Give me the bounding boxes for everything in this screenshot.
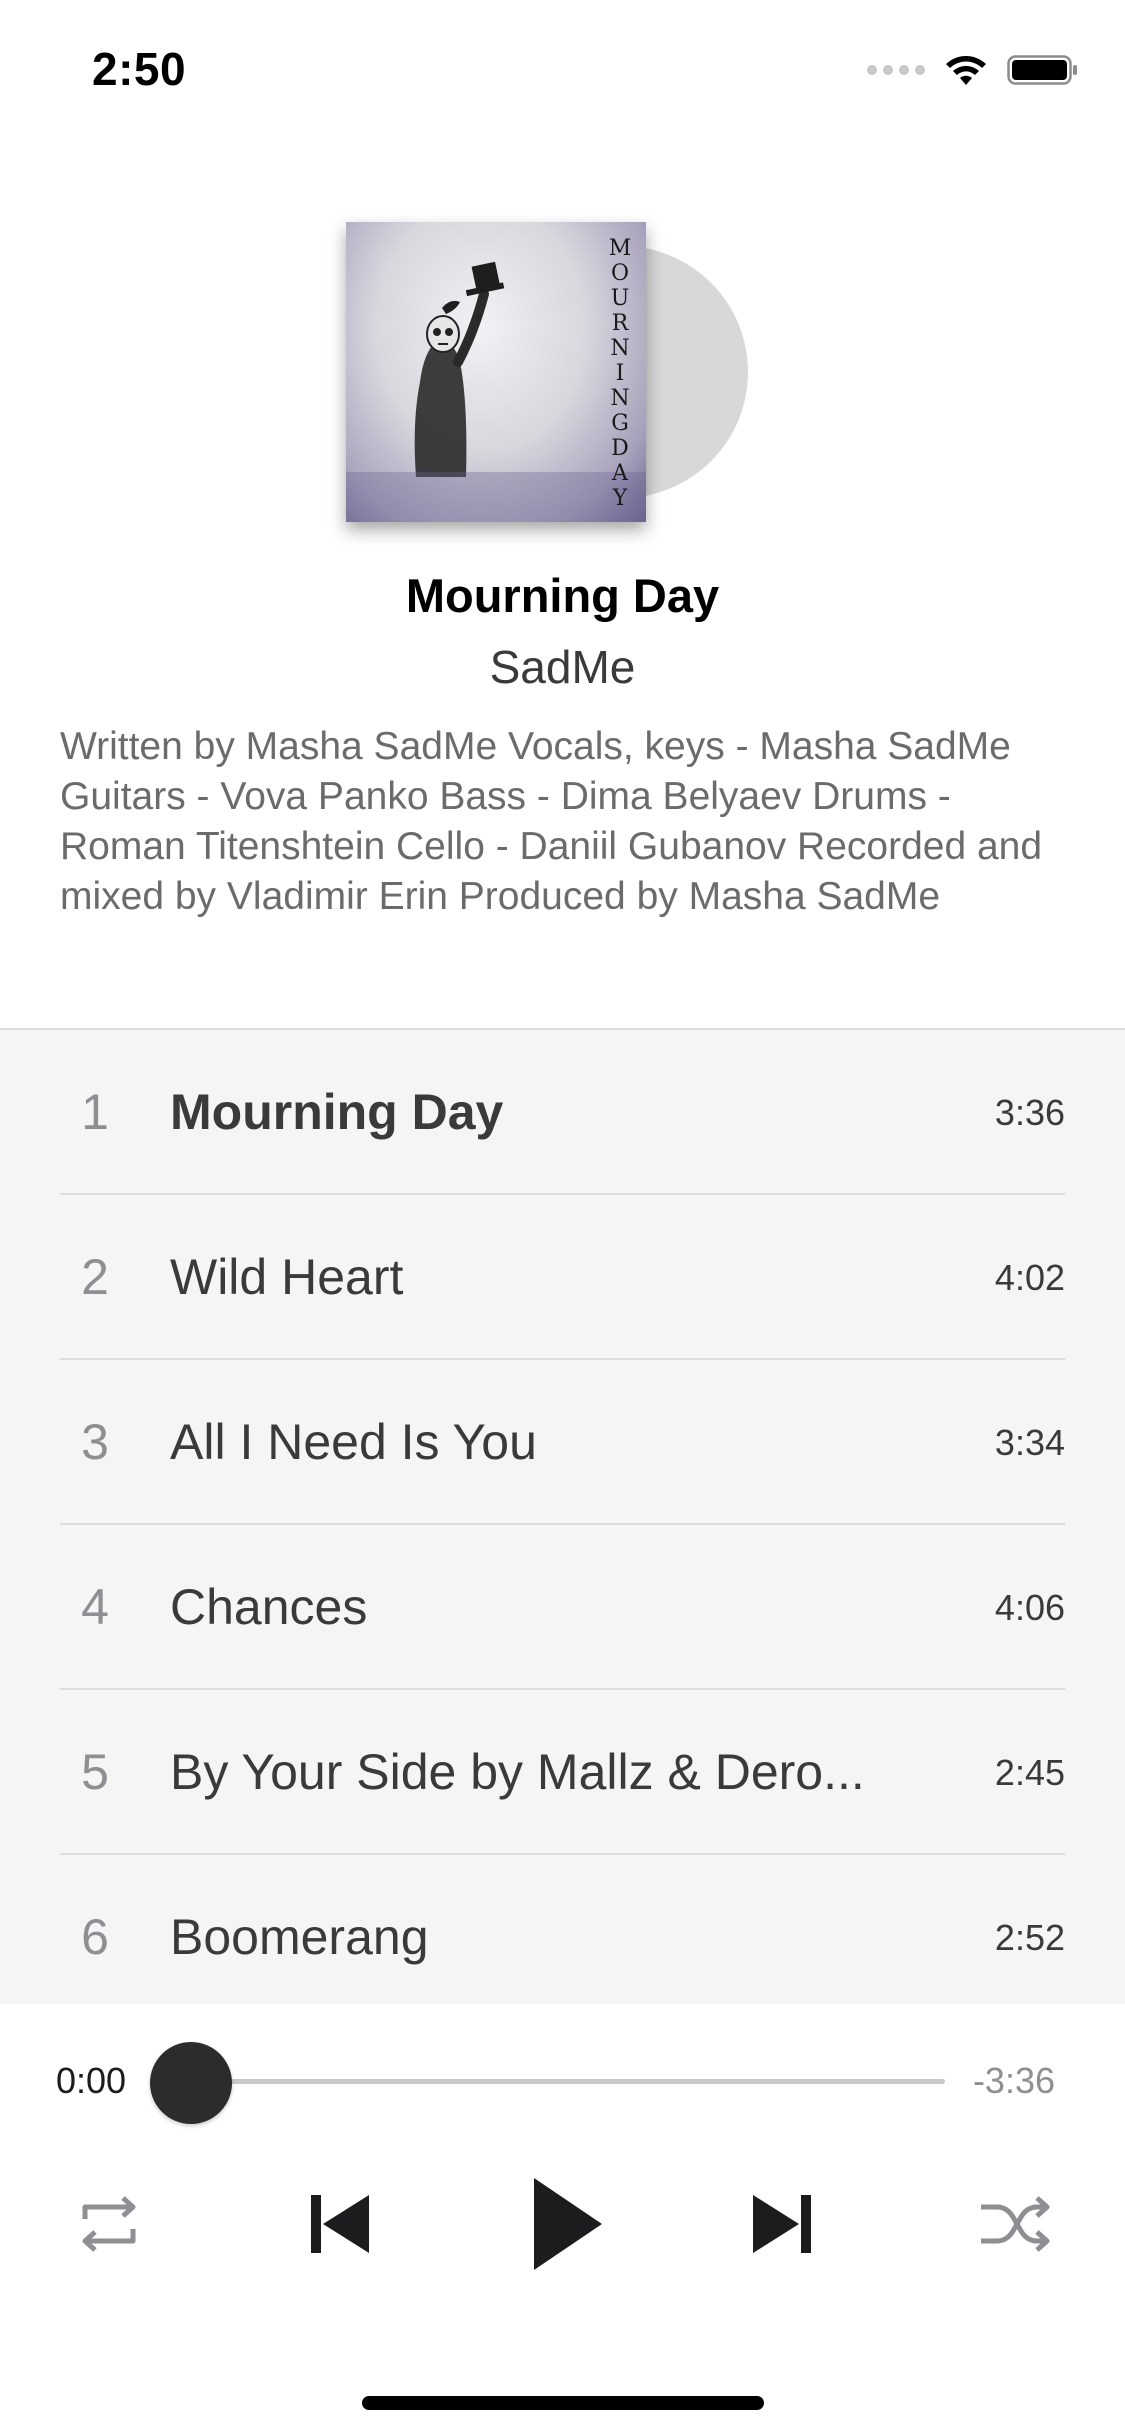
track-list: 1 Mourning Day 3:36 2 Wild Heart 4:02 3 …: [0, 1028, 1125, 2004]
track-row[interactable]: 5 By Your Side by Mallz & Dero... 2:45: [0, 1690, 1125, 1855]
track-duration: 4:02: [994, 1257, 1065, 1298]
track-duration: 3:34: [994, 1422, 1065, 1463]
shuffle-icon: [981, 2196, 1050, 2252]
status-bar: 2:50: [0, 0, 1125, 132]
status-indicators: [867, 50, 1079, 90]
status-time: 2:50: [92, 43, 187, 95]
skip-back-icon: [311, 2195, 369, 2253]
track-title: By Your Side by Mallz & Dero...: [170, 1744, 865, 1800]
transport-controls: [0, 2164, 1125, 2284]
track-number: 5: [81, 1744, 109, 1800]
artist-name[interactable]: SadMe: [0, 640, 1125, 694]
track-row[interactable]: 4 Chances 4:06: [0, 1525, 1125, 1690]
track-number: 3: [81, 1414, 109, 1470]
progress-track[interactable]: [190, 2079, 945, 2084]
track-row[interactable]: 6 Boomerang 2:52: [0, 1855, 1125, 2004]
track-duration: 2:52: [994, 1917, 1065, 1958]
battery-icon: [1007, 55, 1077, 85]
player-controls: 0:00 -3:36: [0, 2004, 1125, 2436]
previous-track-button[interactable]: [290, 2164, 390, 2284]
wifi-icon: [946, 56, 986, 85]
skip-forward-icon: [753, 2195, 811, 2253]
cover-title: MOURNING DAY: [608, 236, 632, 511]
home-indicator[interactable]: [362, 2396, 764, 2410]
track-row[interactable]: 3 All I Need Is You 3:34: [0, 1360, 1125, 1525]
elapsed-time: 0:00: [56, 2060, 127, 2101]
track-number: 6: [81, 1909, 109, 1965]
track-row[interactable]: 2 Wild Heart 4:02: [0, 1195, 1125, 1360]
track-title: All I Need Is You: [170, 1414, 537, 1470]
track-number: 2: [81, 1249, 109, 1305]
track-title: Chances: [170, 1579, 368, 1635]
repeat-button[interactable]: [64, 2164, 154, 2284]
play-button[interactable]: [512, 2164, 622, 2284]
repeat-icon: [82, 2196, 136, 2252]
track-duration: 4:06: [994, 1587, 1065, 1628]
track-number: 1: [81, 1084, 109, 1140]
album-artwork: MOURNING DAY: [346, 222, 750, 522]
track-title: Wild Heart: [170, 1249, 404, 1305]
track-title: Mourning Day: [170, 1084, 504, 1140]
album-credits: Written by Masha SadMe Vocals, keys - Ma…: [60, 725, 1043, 918]
play-icon: [534, 2178, 602, 2270]
album-cover: MOURNING DAY: [346, 222, 646, 522]
cover-illustration: [346, 261, 646, 522]
next-track-button[interactable]: [732, 2164, 832, 2284]
album-title: Mourning Day: [405, 569, 720, 622]
cellular-signal-icon: [867, 65, 925, 75]
track-duration: 3:36: [994, 1092, 1065, 1133]
shuffle-button[interactable]: [970, 2164, 1060, 2284]
track-title: Boomerang: [170, 1909, 429, 1965]
now-playing-screen: 2:50 MOURNING DAY Mourning Day SadMe Wri…: [0, 0, 1125, 2436]
track-duration: 2:45: [994, 1752, 1065, 1793]
track-number: 4: [81, 1579, 109, 1635]
remaining-time: -3:36: [972, 2060, 1055, 2101]
track-row[interactable]: 1 Mourning Day 3:36: [0, 1030, 1125, 1195]
progress-scrubber-handle[interactable]: [150, 2042, 232, 2124]
